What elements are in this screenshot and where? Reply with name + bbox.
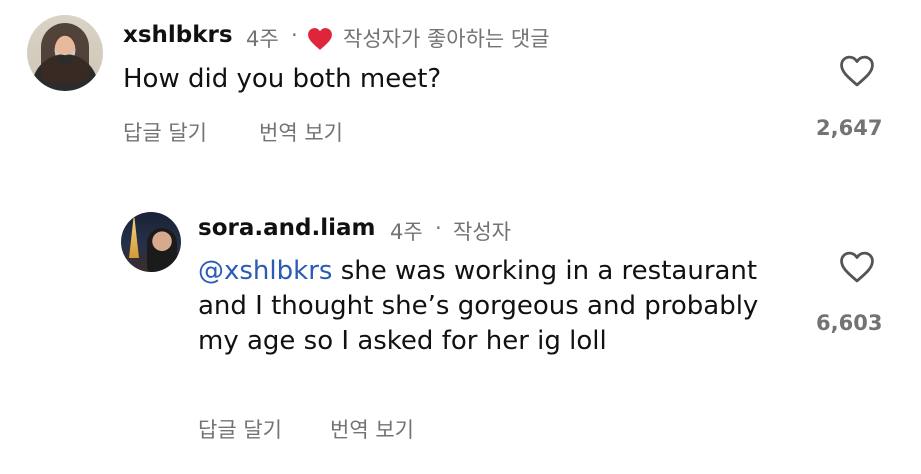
mention-link[interactable]: @xshlbkrs [198, 256, 332, 286]
heart-outline-icon[interactable] [838, 54, 876, 88]
comment-text: How did you both meet? [123, 64, 442, 94]
like-count: 2,647 [816, 116, 883, 140]
author-badge: 작성자 [453, 220, 511, 244]
reply-button[interactable]: 답글 달기 [198, 414, 282, 444]
red-heart-icon [308, 28, 332, 50]
like-count: 6,603 [816, 311, 883, 335]
meta-separator: · [435, 216, 442, 240]
comment-username[interactable]: xshlbkrs [123, 22, 233, 48]
meta-separator: · [291, 23, 298, 47]
eiffel-tower-shape [129, 218, 139, 258]
comment-text: @xshlbkrs she was working in a restauran… [198, 254, 798, 359]
liked-by-author-label: 작성자가 좋아하는 댓글 [343, 27, 550, 51]
comment-time: 4주 [246, 27, 279, 51]
avatar[interactable] [27, 15, 103, 91]
translate-button[interactable]: 번역 보기 [330, 414, 414, 444]
heart-outline-icon[interactable] [838, 250, 876, 284]
avatar[interactable] [121, 212, 181, 272]
comment-time: 4주 [390, 220, 423, 244]
person-shape [147, 228, 177, 272]
comment-username[interactable]: sora.and.liam [198, 215, 375, 241]
translate-button[interactable]: 번역 보기 [259, 117, 343, 147]
reply-button[interactable]: 답글 달기 [123, 117, 207, 147]
